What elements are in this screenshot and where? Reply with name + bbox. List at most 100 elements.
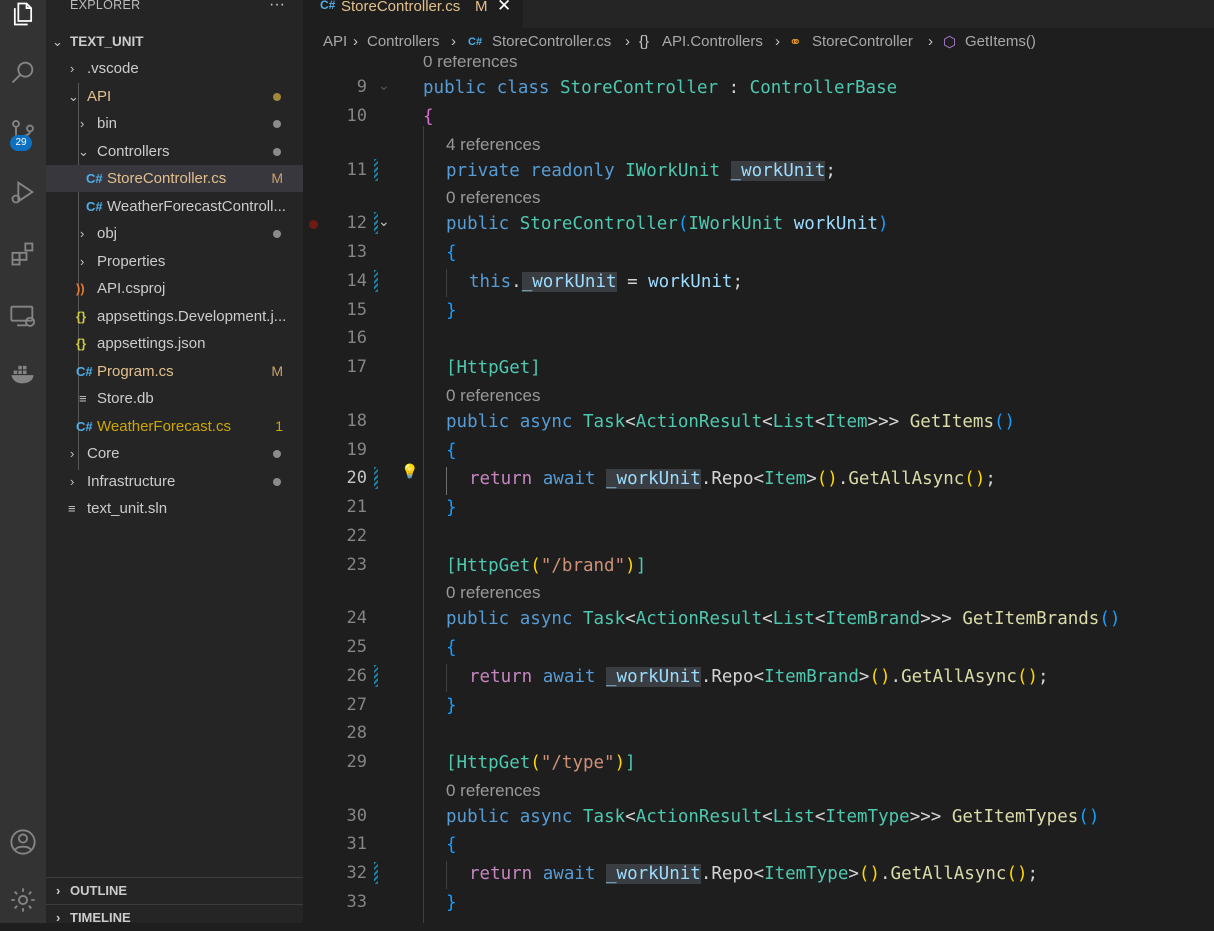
breadcrumb-item[interactable]: StoreController.cs [492, 33, 611, 50]
tree-item-sln[interactable]: ≡ text_unit.sln [46, 495, 303, 522]
more-actions-icon[interactable]: ··· [269, 0, 285, 14]
codelens-references[interactable]: 0 references [446, 583, 541, 603]
run-debug-icon[interactable] [0, 172, 46, 212]
line-number: 22 [346, 526, 367, 546]
change-marker[interactable] [374, 159, 378, 181]
tree-item-program[interactable]: C# Program.cs M [46, 358, 303, 385]
workspace-root-label: TEXT_UNIT [70, 34, 144, 49]
fold-chevron-icon[interactable]: ⌄ [378, 214, 390, 230]
code-editor[interactable]: 0 references public class StoreControlle… [403, 56, 1214, 923]
tree-item-label: appsettings.Development.j... [97, 308, 287, 325]
timeline-label: TIMELINE [70, 910, 131, 925]
tree-item-storecontroller[interactable]: C# StoreController.cs M [46, 165, 303, 192]
code-line-30: public async Task<ActionResult<List<Item… [446, 807, 1100, 827]
chevron-right-icon: › [451, 33, 456, 50]
line-number: 25 [346, 637, 367, 657]
line-number: 17 [346, 357, 367, 377]
code-line-10: { [423, 107, 434, 127]
line-number: 14 [346, 271, 367, 291]
tree-item-api-csproj[interactable]: )) API.csproj [46, 275, 303, 302]
change-marker[interactable] [374, 665, 378, 687]
breadcrumb-item[interactable]: StoreController [812, 33, 913, 50]
outline-panel-header[interactable]: › OUTLINE [46, 877, 303, 904]
tree-item-store-db[interactable]: ≡ Store.db [46, 385, 303, 412]
class-symbol-icon: ⚭ [789, 34, 802, 51]
code-line-19: { [446, 441, 457, 461]
tree-item-core[interactable]: › Core [46, 440, 303, 467]
line-number: 24 [346, 608, 367, 628]
breadcrumb-item[interactable]: API [323, 33, 347, 50]
code-line-32: return await _workUnit.Repo<ItemType>().… [469, 864, 1039, 884]
json-file-icon: {} [76, 336, 87, 351]
tree-item-label: WeatherForecastControll... [107, 198, 286, 215]
remote-explorer-icon[interactable] [0, 296, 46, 336]
chevron-down-icon: ⌄ [78, 144, 89, 159]
extensions-icon[interactable] [0, 234, 46, 274]
code-line-9: public class StoreController : Controlle… [423, 78, 898, 98]
file-lines-icon: ≡ [79, 391, 87, 406]
breadcrumb-item[interactable]: API.Controllers [662, 33, 763, 50]
explorer-title: EXPLORER [70, 0, 141, 12]
tree-item-bin[interactable]: › bin [46, 110, 303, 137]
tab-storecontroller[interactable]: C# StoreController.cs M ✕ [303, 0, 523, 28]
docker-icon[interactable] [0, 354, 46, 394]
line-number: 28 [346, 723, 367, 743]
settings-gear-icon[interactable] [0, 880, 46, 920]
tree-item-weatherforecast[interactable]: C# WeatherForecast.cs 1 [46, 413, 303, 440]
tree-item-obj[interactable]: › obj [46, 220, 303, 247]
code-line-13: { [446, 243, 457, 263]
line-number: 19 [346, 440, 367, 460]
account-icon[interactable] [0, 822, 46, 862]
tree-item-label: Program.cs [97, 363, 174, 380]
tree-item-properties[interactable]: › Properties [46, 248, 303, 275]
tree-item-label: Infrastructure [87, 473, 176, 490]
code-line-18: public async Task<ActionResult<List<Item… [446, 412, 1016, 432]
line-number: 16 [346, 328, 367, 348]
change-marker[interactable] [374, 467, 378, 489]
codelens-references[interactable]: 0 references [423, 56, 518, 72]
untracked-dot [273, 478, 281, 486]
line-number: 32 [346, 863, 367, 883]
csharp-file-icon: C# [86, 199, 103, 214]
editor-tab-bar: C# StoreController.cs M ✕ [303, 0, 1214, 28]
timeline-panel-header[interactable]: › TIMELINE [46, 904, 303, 931]
csharp-file-icon: C# [320, 0, 336, 12]
breadcrumb-item[interactable]: Controllers [367, 33, 440, 50]
tree-item-label: WeatherForecast.cs [97, 418, 231, 435]
tree-item-appsettings[interactable]: {} appsettings.json [46, 330, 303, 357]
untracked-dot [273, 120, 281, 128]
change-marker[interactable] [374, 270, 378, 292]
breadcrumb: API › Controllers › C# StoreController.c… [303, 28, 1214, 56]
codelens-references[interactable]: 4 references [446, 135, 541, 155]
tree-item-infrastructure[interactable]: › Infrastructure [46, 468, 303, 495]
chevron-right-icon: › [80, 254, 85, 269]
csharp-file-icon: C# [86, 171, 103, 186]
codelens-references[interactable]: 0 references [446, 188, 541, 208]
line-number-current: 20 [346, 468, 367, 488]
tree-item-controllers[interactable]: ⌄ Controllers [46, 138, 303, 165]
tab-modified-badge: M [475, 0, 488, 15]
tree-item-appsettings-dev[interactable]: {} appsettings.Development.j... [46, 303, 303, 330]
tree-item-api[interactable]: ⌄ API [46, 83, 303, 110]
line-number: 26 [346, 666, 367, 686]
codelens-references[interactable]: 0 references [446, 386, 541, 406]
chevron-right-icon: › [625, 33, 630, 50]
chevron-right-icon: › [80, 116, 85, 131]
chevron-right-icon: › [353, 33, 358, 50]
explorer-files-icon[interactable] [0, 0, 46, 34]
fold-chevron-icon[interactable]: ⌄ [378, 78, 390, 94]
codelens-references[interactable]: 0 references [446, 781, 541, 801]
modified-dot [273, 93, 281, 101]
workspace-root[interactable]: ⌄ TEXT_UNIT [46, 28, 303, 55]
line-number: 15 [346, 300, 367, 320]
tree-item-weatherforecastcontroller[interactable]: C# WeatherForecastControll... [46, 193, 303, 220]
search-icon[interactable] [0, 52, 46, 92]
method-symbol-icon: ⬡ [943, 34, 957, 51]
close-icon[interactable]: ✕ [497, 0, 511, 16]
line-number: 10 [346, 106, 367, 126]
line-number: 12 [346, 213, 367, 233]
breadcrumb-item[interactable]: GetItems() [965, 33, 1036, 50]
change-marker[interactable] [374, 862, 378, 884]
editor-gutter: 9 ⌄ 10 11 12 ⌄ 13 14 15 16 17 18 19 20 💡… [303, 56, 418, 923]
tree-item-vscode[interactable]: › .vscode [46, 55, 303, 82]
